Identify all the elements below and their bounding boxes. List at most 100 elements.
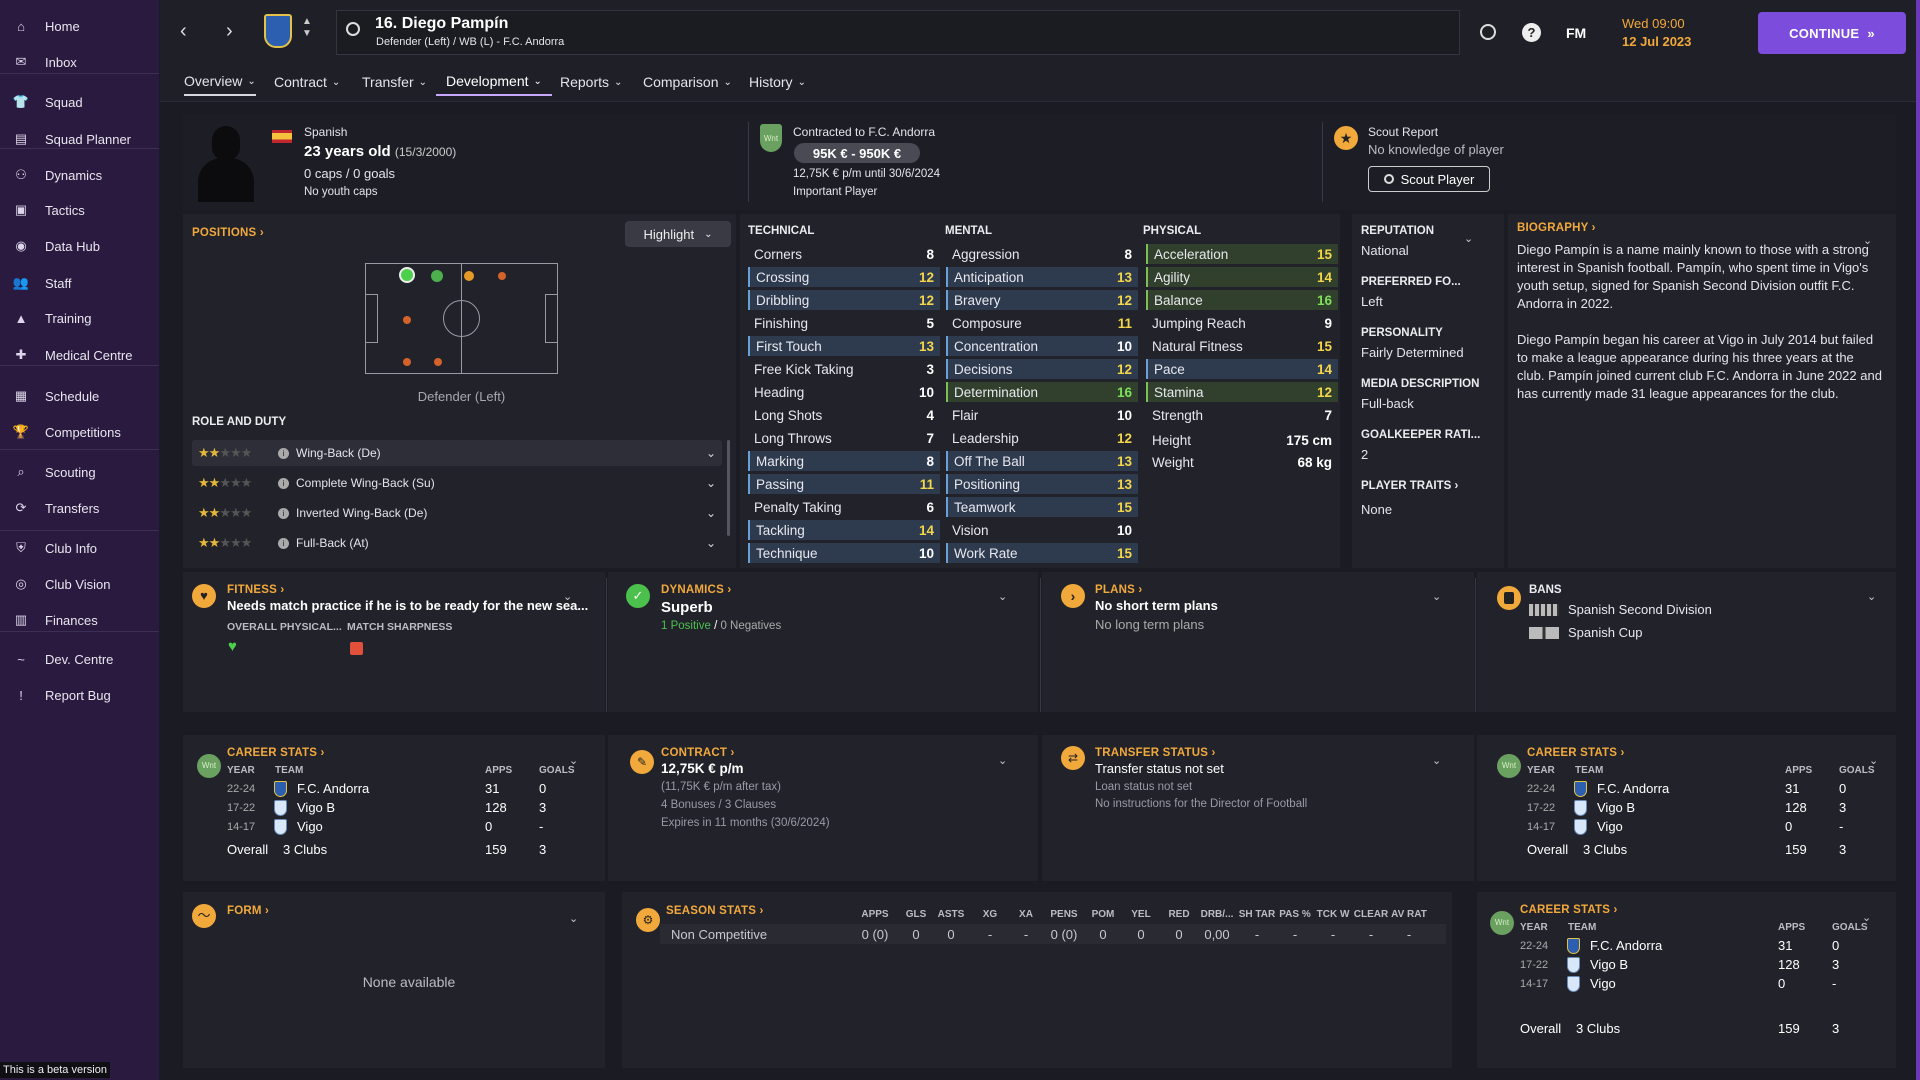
role-scrollbar[interactable] <box>727 440 730 536</box>
career-row[interactable]: 17-22 Vigo B 128 3 <box>1527 799 1877 817</box>
forward-button[interactable]: › <box>226 20 233 43</box>
position-dot-ml[interactable] <box>431 270 443 282</box>
sidebar-item-club-info[interactable]: ⛨ Club Info <box>0 533 159 563</box>
chevron-down-icon[interactable]: ⌄ <box>1432 590 1441 603</box>
dynamics-title[interactable]: DYNAMICS › <box>661 584 731 596</box>
fitness-title[interactable]: FITNESS › <box>227 584 284 596</box>
career-row[interactable]: 22-24 F.C. Andorra 31 0 <box>1520 937 1870 955</box>
position-dot-aml[interactable] <box>464 271 474 281</box>
role-row[interactable]: ★★★★★ i Wing-Back (De) ⌄ <box>192 440 722 466</box>
sidebar-item-transfers[interactable]: ⟳ Transfers <box>0 493 159 523</box>
career-row[interactable]: 22-24 F.C. Andorra 31 0 <box>1527 780 1877 798</box>
attribute-row[interactable]: Composure 11 <box>946 313 1138 333</box>
career-stats-title[interactable]: CAREER STATS › <box>1527 747 1625 759</box>
chevron-down-icon[interactable]: ⌄ <box>569 912 578 925</box>
career-team[interactable]: Vigo <box>1590 976 1616 991</box>
sidebar-item-data-hub[interactable]: ◉ Data Hub <box>0 231 159 261</box>
scout-player-button[interactable]: Scout Player <box>1368 166 1490 192</box>
attribute-row[interactable]: Long Throws 7 <box>748 428 940 448</box>
career-team[interactable]: F.C. Andorra <box>1597 781 1669 796</box>
world-icon[interactable] <box>1480 24 1496 40</box>
career-row[interactable]: 17-22 Vigo B 128 3 <box>227 799 577 817</box>
plans-title[interactable]: PLANS › <box>1095 584 1142 596</box>
career-team[interactable]: Vigo B <box>297 800 335 815</box>
attribute-row[interactable]: Bravery 12 <box>946 290 1138 310</box>
sidebar-item-report-bug[interactable]: ! Report Bug <box>0 680 159 710</box>
career-row[interactable]: 14-17 Vigo 0 - <box>1527 818 1877 836</box>
transfer-status-title[interactable]: TRANSFER STATUS › <box>1095 747 1216 759</box>
season-col-header[interactable]: TCK W <box>1312 909 1354 920</box>
career-team[interactable]: Vigo <box>297 819 323 834</box>
attribute-row[interactable]: Leadership 12 <box>946 428 1138 448</box>
sidebar-item-staff[interactable]: 👥 Staff <box>0 268 159 298</box>
position-dot-dc[interactable] <box>434 358 442 366</box>
attribute-row[interactable]: Balance 16 <box>1146 290 1338 310</box>
season-col-header[interactable]: POM <box>1082 909 1124 920</box>
sidebar-item-competitions[interactable]: 🏆 Competitions <box>0 417 159 447</box>
chevron-down-icon[interactable]: ⌄ <box>998 754 1007 767</box>
position-dot-wbl-natural[interactable] <box>399 267 415 283</box>
sidebar-item-tactics[interactable]: ▣ Tactics <box>0 195 159 225</box>
season-col-header[interactable]: DRB/... <box>1196 909 1238 920</box>
biography-title[interactable]: BIOGRAPHY › <box>1517 222 1596 234</box>
attribute-row[interactable]: Pace 14 <box>1146 359 1338 379</box>
tab-contract[interactable]: Contract ⌄ <box>274 68 340 96</box>
attribute-row[interactable]: Concentration 10 <box>946 336 1138 356</box>
attribute-row[interactable]: Free Kick Taking 3 <box>748 359 940 379</box>
season-col-header[interactable]: CLEAR <box>1350 909 1392 920</box>
attribute-row[interactable]: Determination 16 <box>946 382 1138 402</box>
club-crest-icon[interactable] <box>264 14 292 48</box>
attribute-row[interactable]: Marking 8 <box>748 451 940 471</box>
attribute-row[interactable]: Acceleration 15 <box>1146 244 1338 264</box>
attribute-row[interactable]: Penalty Taking 6 <box>748 497 940 517</box>
season-col-header[interactable]: PAS % <box>1274 909 1316 920</box>
season-col-header[interactable]: APPS <box>854 909 896 920</box>
sidebar-item-home[interactable]: ⌂ Home <box>0 11 159 41</box>
attribute-row[interactable]: Tackling 14 <box>748 520 940 540</box>
highlight-dropdown[interactable]: Highlight ⌄ <box>625 221 731 247</box>
role-row[interactable]: ★★★★★ i Complete Wing-Back (Su) ⌄ <box>192 470 722 496</box>
attribute-row[interactable]: Aggression 8 <box>946 244 1138 264</box>
tab-reports[interactable]: Reports ⌄ <box>560 68 622 96</box>
season-col-header[interactable]: AV RAT <box>1388 909 1430 920</box>
attribute-row[interactable]: Vision 10 <box>946 520 1138 540</box>
attribute-row[interactable]: Natural Fitness 15 <box>1146 336 1338 356</box>
fm-menu-button[interactable]: FM <box>1566 25 1586 41</box>
attribute-row[interactable]: Jumping Reach 9 <box>1146 313 1338 333</box>
transfer-value-chip[interactable]: 95K € - 950K € <box>794 143 920 163</box>
attribute-row[interactable]: Flair 10 <box>946 405 1138 425</box>
sidebar-item-dev-centre[interactable]: ~ Dev. Centre <box>0 644 159 674</box>
search-icon[interactable] <box>346 22 360 36</box>
sidebar-item-schedule[interactable]: ▦ Schedule <box>0 381 159 411</box>
attribute-row[interactable]: Anticipation 13 <box>946 267 1138 287</box>
sidebar-item-club-vision[interactable]: ◎ Club Vision <box>0 569 159 599</box>
position-dot-dm[interactable] <box>403 316 411 324</box>
continue-button[interactable]: CONTINUE» <box>1758 12 1906 54</box>
tab-transfer[interactable]: Transfer ⌄ <box>362 68 427 96</box>
tab-comparison[interactable]: Comparison ⌄ <box>643 68 732 96</box>
career-row[interactable]: 14-17 Vigo 0 - <box>1520 975 1870 993</box>
season-stats-title[interactable]: SEASON STATS › <box>666 905 764 917</box>
sidebar-item-squad-planner[interactable]: ▤ Squad Planner <box>0 124 159 154</box>
chevron-down-icon[interactable]: ⌄ <box>1432 754 1441 767</box>
career-team[interactable]: Vigo <box>1597 819 1623 834</box>
attribute-row[interactable]: Off The Ball 13 <box>946 451 1138 471</box>
sidebar-item-scouting[interactable]: ⌕ Scouting <box>0 457 159 487</box>
chevron-down-icon[interactable]: ⌄ <box>1867 590 1876 603</box>
chevron-down-icon[interactable]: ⌄ <box>563 590 572 603</box>
chevron-down-icon[interactable]: ⌄ <box>1464 232 1473 245</box>
position-dot-dl[interactable] <box>403 358 411 366</box>
player-traits-title[interactable]: PLAYER TRAITS › <box>1361 480 1458 492</box>
season-col-header[interactable]: RED <box>1158 909 1200 920</box>
attribute-row[interactable]: First Touch 13 <box>748 336 940 356</box>
career-row[interactable]: 17-22 Vigo B 128 3 <box>1520 956 1870 974</box>
attribute-row[interactable]: Teamwork 15 <box>946 497 1138 517</box>
career-team[interactable]: F.C. Andorra <box>1590 938 1662 953</box>
season-col-header[interactable]: ASTS <box>930 909 972 920</box>
attribute-row[interactable]: Technique 10 <box>748 543 940 563</box>
position-dot-st[interactable] <box>498 272 506 280</box>
contract-title[interactable]: CONTRACT › <box>661 747 735 759</box>
career-team[interactable]: Vigo B <box>1597 800 1635 815</box>
attribute-row[interactable]: Finishing 5 <box>748 313 940 333</box>
sidebar-item-dynamics[interactable]: ⚇ Dynamics <box>0 160 159 190</box>
